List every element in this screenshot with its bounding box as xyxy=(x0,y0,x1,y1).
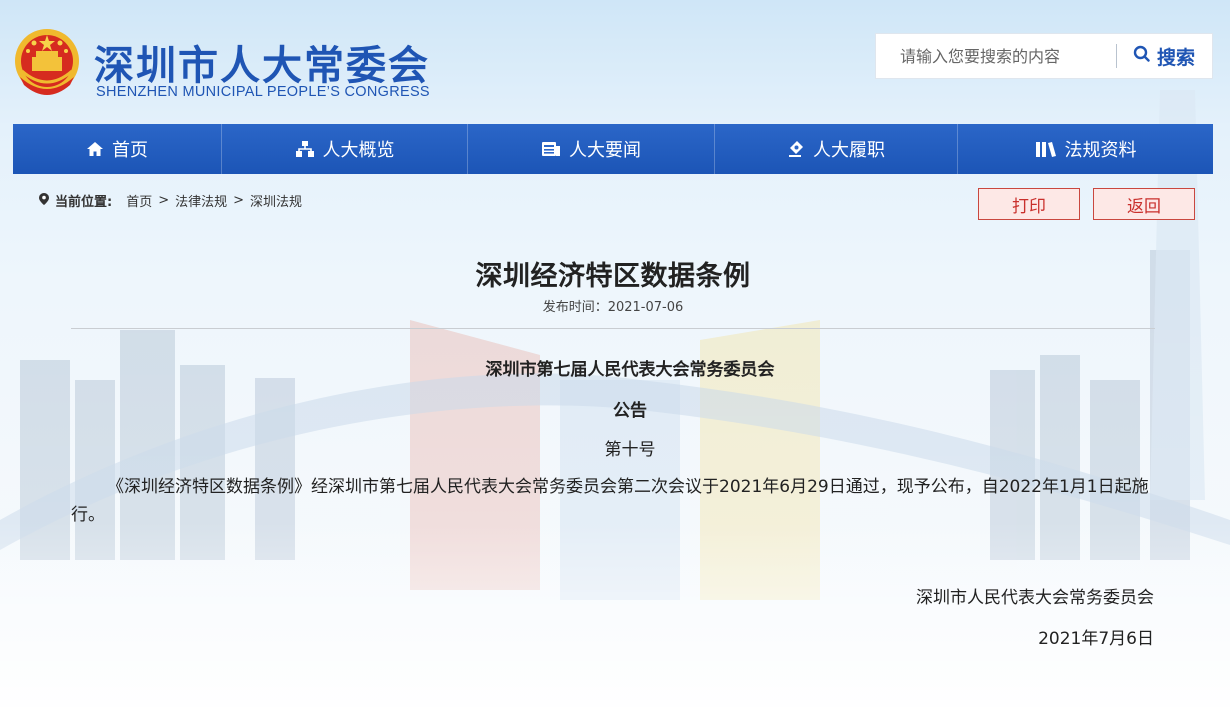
search-button-label: 搜索 xyxy=(1157,46,1196,69)
breadcrumb-item-shenzhen-laws[interactable]: 深圳法规 xyxy=(250,191,302,210)
article-body: 《深圳经济特区数据条例》经深圳市第七届人民代表大会常务委员会第二次会议于2021… xyxy=(71,477,1149,525)
books-icon xyxy=(1035,140,1057,158)
nav-item-label: 人大履职 xyxy=(813,140,885,161)
nav-item-label: 首页 xyxy=(112,140,148,161)
back-button[interactable]: 返回 xyxy=(1093,188,1195,220)
duty-icon xyxy=(787,140,805,158)
location-pin-icon xyxy=(39,192,49,209)
search-box: 搜索 xyxy=(875,33,1213,79)
notice-number: 第十号 xyxy=(604,440,656,460)
issuer: 深圳市第七届人民代表大会常务委员会 xyxy=(485,360,775,380)
news-icon xyxy=(541,140,561,158)
article-title: 深圳经济特区数据条例 xyxy=(475,261,751,292)
site-subtitle: SHENZHEN MUNICIPAL PEOPLE’S CONGRESS xyxy=(96,84,430,100)
main-nav: 首页 人大概览 人大要闻 人大履职 法规资料 xyxy=(13,124,1213,174)
breadcrumb-item-home[interactable]: 首页 xyxy=(126,191,152,210)
search-button[interactable]: 搜索 xyxy=(1117,34,1195,78)
breadcrumb: 当前位置: 首页 > 法律法规 > 深圳法规 xyxy=(39,191,302,210)
nav-item-regulations[interactable]: 法规资料 xyxy=(958,124,1213,174)
publish-date: 发布时间：2021-07-06 xyxy=(542,300,684,315)
print-button[interactable]: 打印 xyxy=(978,188,1080,220)
nav-item-home[interactable]: 首页 xyxy=(13,124,222,174)
breadcrumb-label: 当前位置: xyxy=(55,195,113,210)
breadcrumb-separator: > xyxy=(233,193,245,208)
signature-org: 深圳市人民代表大会常务委员会 xyxy=(916,588,1154,608)
notice-heading: 公告 xyxy=(613,401,647,421)
article-content: 当前位置: 首页 > 法律法规 > 深圳法规 打印 返回 深圳经济特区数据条例 … xyxy=(13,174,1213,707)
title-divider xyxy=(71,328,1155,329)
search-icon xyxy=(1133,45,1151,68)
site-header: 深圳市人大常委会 SHENZHEN MUNICIPAL PEOPLE’S CON… xyxy=(0,0,1230,124)
search-input[interactable] xyxy=(876,34,1116,78)
nav-item-label: 人大要闻 xyxy=(569,140,641,161)
site-title: 深圳市人大常委会 xyxy=(94,43,430,89)
org-chart-icon xyxy=(295,140,315,158)
nav-item-duties[interactable]: 人大履职 xyxy=(715,124,958,174)
nav-item-label: 法规资料 xyxy=(1064,140,1137,161)
nav-item-overview[interactable]: 人大概览 xyxy=(222,124,468,174)
home-icon xyxy=(86,140,104,158)
signature-date: 2021年7月6日 xyxy=(1038,629,1154,649)
nav-item-news[interactable]: 人大要闻 xyxy=(468,124,715,174)
national-emblem-icon[interactable] xyxy=(12,27,82,99)
breadcrumb-separator: > xyxy=(158,193,170,208)
nav-item-label: 人大概览 xyxy=(322,140,395,161)
breadcrumb-item-laws[interactable]: 法律法规 xyxy=(175,191,227,210)
